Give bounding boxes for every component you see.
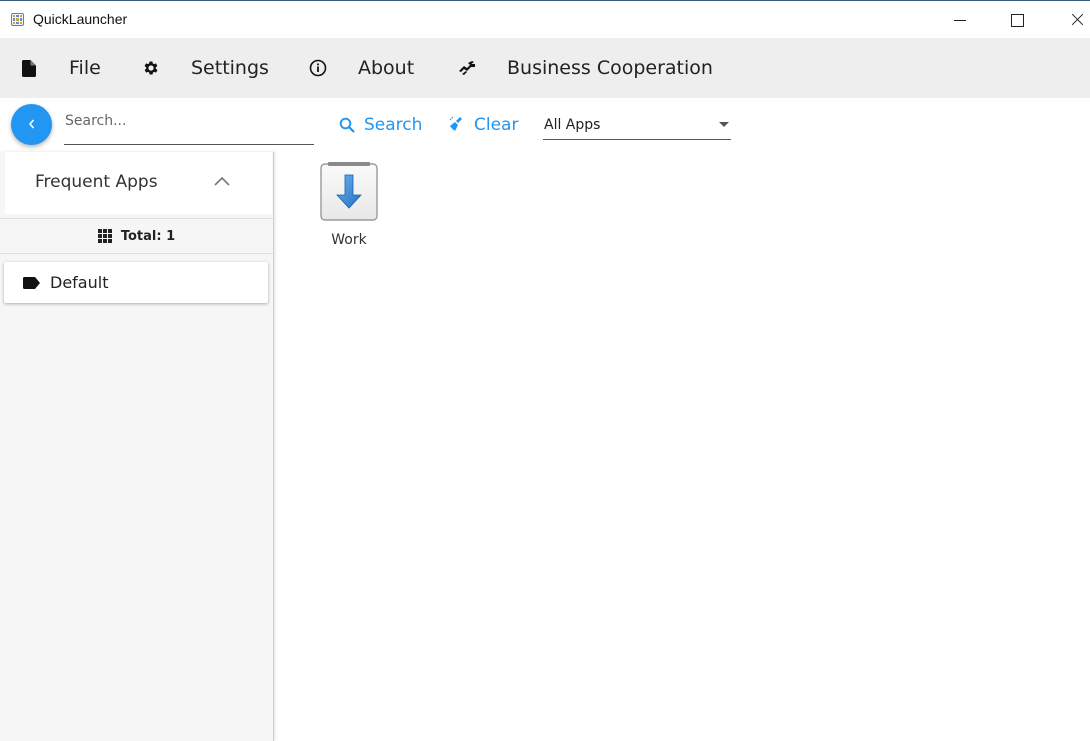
handshake-icon xyxy=(458,59,476,77)
menu-business-cooperation-label: Business Cooperation xyxy=(507,57,713,79)
close-button[interactable] xyxy=(1054,2,1090,38)
sidebar-item-label: Default xyxy=(50,273,109,292)
clear-button[interactable]: Clear xyxy=(448,110,518,140)
window-title: QuickLauncher xyxy=(33,11,128,27)
gear-icon xyxy=(142,59,160,77)
app-filter-select[interactable]: All Apps xyxy=(543,110,731,140)
frequent-apps-header[interactable]: Frequent Apps xyxy=(5,152,272,214)
frequent-apps-title: Frequent Apps xyxy=(35,172,158,192)
menu-settings-label: Settings xyxy=(191,57,269,79)
minimize-button[interactable] xyxy=(937,2,983,38)
search-button[interactable]: Search xyxy=(338,110,422,140)
menu-about-label: About xyxy=(358,57,415,79)
menu-file-label: File xyxy=(69,57,101,79)
broom-icon xyxy=(448,116,466,134)
grid-icon xyxy=(97,229,112,243)
app-grid-icon xyxy=(11,13,24,26)
menu-about[interactable]: About xyxy=(309,38,414,98)
total-count-label: Total: 1 xyxy=(120,228,176,244)
title-bar: QuickLauncher xyxy=(0,0,1090,38)
menu-file[interactable]: File xyxy=(20,38,101,98)
menu-business-cooperation[interactable]: Business Cooperation xyxy=(458,38,713,98)
search-icon xyxy=(338,116,356,134)
app-tile-label: Work xyxy=(331,232,367,248)
tag-icon xyxy=(23,276,41,289)
menu-bar: File Settings About Business Cooperation xyxy=(0,38,1090,98)
sidebar: Frequent Apps Total: 1 Default xyxy=(0,152,274,741)
search-input[interactable] xyxy=(64,106,314,136)
chevron-up-icon[interactable] xyxy=(212,172,232,192)
sidebar-item-default[interactable]: Default xyxy=(4,262,268,303)
search-field[interactable] xyxy=(64,106,314,145)
back-button[interactable] xyxy=(11,104,52,145)
download-arrow-icon xyxy=(320,161,378,221)
info-icon xyxy=(309,59,327,77)
chevron-left-icon xyxy=(27,115,37,134)
app-filter-value: All Apps xyxy=(544,116,601,133)
search-button-label: Search xyxy=(364,115,423,135)
file-icon xyxy=(20,59,38,77)
menu-settings[interactable]: Settings xyxy=(142,38,269,98)
clear-button-label: Clear xyxy=(474,115,519,135)
maximize-button[interactable] xyxy=(994,2,1040,38)
dropdown-caret-icon xyxy=(719,122,729,127)
app-tile-work[interactable]: Work xyxy=(312,158,386,250)
total-count: Total: 1 xyxy=(0,218,273,254)
